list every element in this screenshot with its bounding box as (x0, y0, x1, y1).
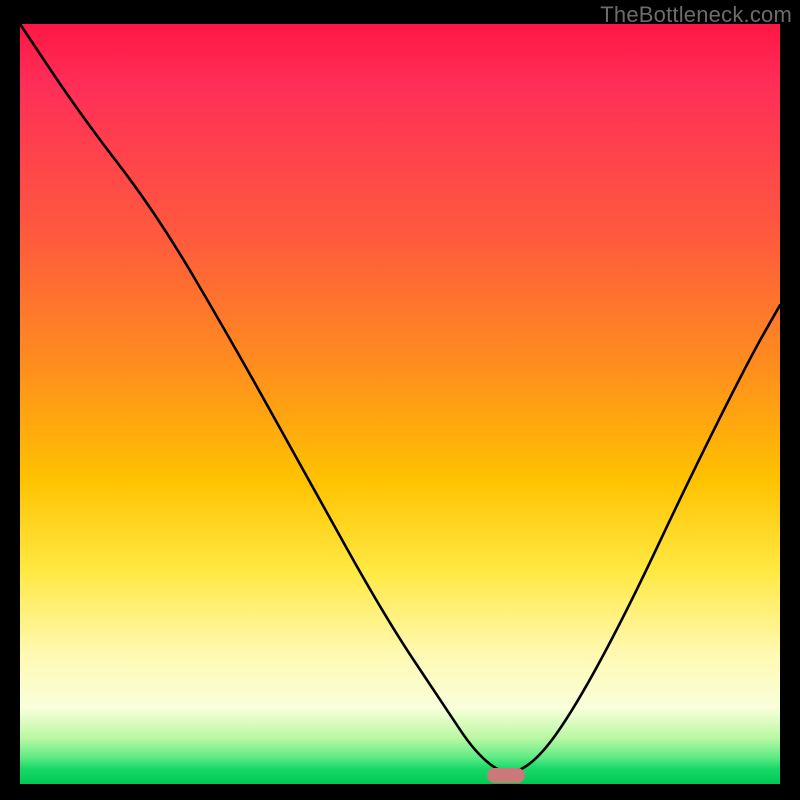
optimal-point-marker (487, 768, 525, 783)
watermark-text: TheBottleneck.com (600, 2, 792, 28)
chart-frame (20, 24, 780, 784)
chart-curve-svg (20, 24, 780, 784)
bottleneck-curve-path (20, 24, 780, 772)
